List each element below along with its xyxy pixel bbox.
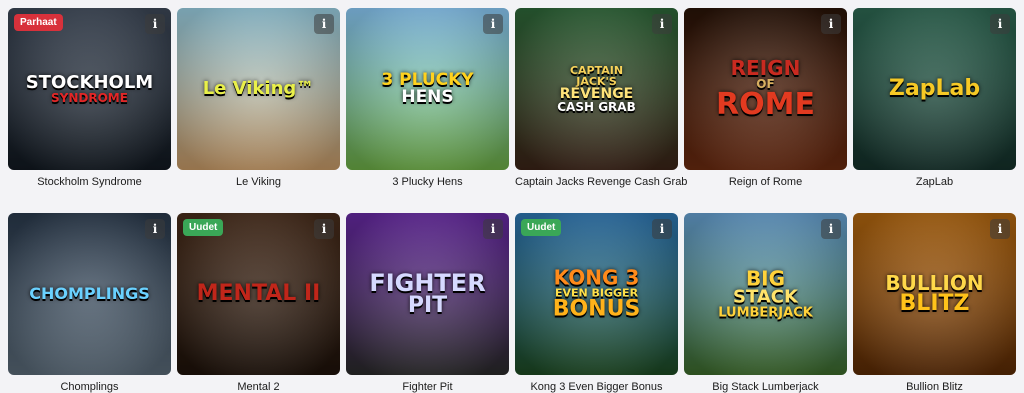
- info-icon[interactable]: i: [990, 219, 1010, 239]
- info-icon[interactable]: i: [145, 219, 165, 239]
- game-thumbnail[interactable]: REIGN OF ROME i: [684, 8, 847, 170]
- game-title[interactable]: Mental 2: [177, 381, 340, 393]
- info-icon[interactable]: i: [821, 14, 841, 34]
- game-logo-line: REVENGE: [559, 86, 634, 102]
- game-logo: ZapLab: [853, 78, 1016, 100]
- game-logo: BULLION BLITZ: [853, 273, 1016, 315]
- game-card-fighter-pit[interactable]: FIGHTER PIT i Fighter Pit: [346, 213, 509, 393]
- game-logo-line: STOCKHOLM: [25, 72, 154, 93]
- game-card-reign-of-rome[interactable]: REIGN OF ROME i Reign of Rome: [684, 8, 847, 188]
- game-title[interactable]: Fighter Pit: [346, 381, 509, 393]
- game-thumbnail[interactable]: ZapLab i: [853, 8, 1016, 170]
- game-card-le-viking[interactable]: Le Viking™ i Le Viking: [177, 8, 340, 188]
- info-icon[interactable]: i: [314, 14, 334, 34]
- game-logo-line: HENS: [401, 87, 454, 107]
- game-thumbnail[interactable]: MENTAL II Uudet i: [177, 213, 340, 375]
- game-grid: STOCKHOLM SYNDROME Parhaat i Stockholm Syndr…: [8, 8, 1016, 393]
- game-logo-line: PIT: [407, 293, 448, 318]
- game-logo-line: REIGN: [730, 56, 801, 80]
- game-logo-line: CASH GRAB: [557, 100, 636, 114]
- game-thumbnail[interactable]: KONG 3 EVEN BIGGER BONUS Uudet i: [515, 213, 678, 375]
- game-title[interactable]: 3 Plucky Hens: [346, 176, 509, 188]
- game-logo: Le Viking™: [177, 80, 340, 98]
- game-title[interactable]: Bullion Blitz: [853, 381, 1016, 393]
- game-card-big-stack-lumberjack[interactable]: BIG STACK LUMBERJACK i Big Stack Lumberjack: [684, 213, 847, 393]
- game-logo: STOCKHOLM SYNDROME: [8, 72, 171, 105]
- game-title[interactable]: Kong 3 Even Bigger Bonus: [515, 381, 678, 393]
- game-logo-line: BONUS: [552, 296, 641, 322]
- game-thumbnail[interactable]: BULLION BLITZ i: [853, 213, 1016, 375]
- game-card-zaplab[interactable]: ZapLab i ZapLab: [853, 8, 1016, 188]
- game-card-3-plucky-hens[interactable]: 3 PLUCKY HENS i 3 Plucky Hens: [346, 8, 509, 188]
- game-card-chomplings[interactable]: CHOMPLINGS i Chomplings: [8, 213, 171, 393]
- game-thumbnail[interactable]: CAPTAIN JACK'S REVENGE CASH GRAB i: [515, 8, 678, 170]
- info-icon[interactable]: i: [652, 219, 672, 239]
- game-logo: KONG 3 EVEN BIGGER BONUS: [515, 268, 678, 321]
- game-logo-line: LUMBERJACK: [718, 305, 813, 321]
- info-icon[interactable]: i: [990, 14, 1010, 34]
- game-logo: REIGN OF ROME: [684, 58, 847, 120]
- game-card-bullion-blitz[interactable]: BULLION BLITZ i Bullion Blitz: [853, 213, 1016, 393]
- game-logo-line: SYNDROME: [51, 91, 128, 105]
- game-title[interactable]: ZapLab: [853, 176, 1016, 188]
- game-logo-line: ROME: [716, 87, 815, 122]
- game-logo-line: KONG 3: [553, 265, 640, 290]
- game-title[interactable]: Reign of Rome: [684, 176, 847, 188]
- top-badge: Parhaat: [14, 14, 63, 31]
- game-thumbnail[interactable]: Le Viking™ i: [177, 8, 340, 170]
- new-badge: Uudet: [183, 219, 224, 236]
- game-title[interactable]: Big Stack Lumberjack: [684, 381, 847, 393]
- game-logo: MENTAL II: [177, 283, 340, 305]
- info-icon[interactable]: i: [483, 219, 503, 239]
- game-logo-line: Le Viking™: [202, 78, 315, 99]
- game-card-kong-3-even-bigger-bonus[interactable]: KONG 3 EVEN BIGGER BONUS Uudet i Kong 3 Even …: [515, 213, 678, 393]
- game-logo-line: CHOMPLINGS: [29, 284, 150, 303]
- game-title[interactable]: Chomplings: [8, 381, 171, 393]
- game-title[interactable]: Captain Jacks Revenge Cash Grab: [515, 176, 687, 188]
- game-thumbnail[interactable]: FIGHTER PIT i: [346, 213, 509, 375]
- game-card-mental-2[interactable]: MENTAL II Uudet i Mental 2: [177, 213, 340, 393]
- game-logo-line: FIGHTER: [369, 269, 486, 297]
- new-badge: Uudet: [521, 219, 562, 236]
- game-card-captain-jacks-revenge-cash-grab[interactable]: CAPTAIN JACK'S REVENGE CASH GRAB i Captain Ja…: [515, 8, 687, 188]
- game-thumbnail[interactable]: BIG STACK LUMBERJACK i: [684, 213, 847, 375]
- info-icon[interactable]: i: [483, 14, 503, 34]
- game-logo: CHOMPLINGS: [8, 286, 171, 302]
- game-logo-line: BULLION: [885, 271, 984, 295]
- game-logo-line: ZapLab: [888, 76, 981, 101]
- game-logo-line: MENTAL II: [196, 281, 321, 306]
- game-title[interactable]: Le Viking: [177, 176, 340, 188]
- game-logo: 3 PLUCKY HENS: [346, 72, 509, 106]
- game-title[interactable]: Stockholm Syndrome: [8, 176, 171, 188]
- game-card-stockholm-syndrome[interactable]: STOCKHOLM SYNDROME Parhaat i Stockholm Syndr…: [8, 8, 171, 188]
- game-thumbnail[interactable]: CHOMPLINGS i: [8, 213, 171, 375]
- game-logo-line: STACK: [733, 286, 798, 308]
- info-icon[interactable]: i: [314, 219, 334, 239]
- game-logo: CAPTAIN JACK'S REVENGE CASH GRAB: [515, 65, 678, 113]
- info-icon[interactable]: i: [652, 14, 672, 34]
- game-logo: FIGHTER PIT: [346, 271, 509, 317]
- game-thumbnail[interactable]: STOCKHOLM SYNDROME Parhaat i: [8, 8, 171, 170]
- info-icon[interactable]: i: [821, 219, 841, 239]
- game-logo: BIG STACK LUMBERJACK: [684, 269, 847, 320]
- info-icon[interactable]: i: [145, 14, 165, 34]
- game-thumbnail[interactable]: 3 PLUCKY HENS i: [346, 8, 509, 170]
- game-logo-line: BIG: [745, 266, 786, 291]
- game-logo-line: BLITZ: [899, 291, 970, 316]
